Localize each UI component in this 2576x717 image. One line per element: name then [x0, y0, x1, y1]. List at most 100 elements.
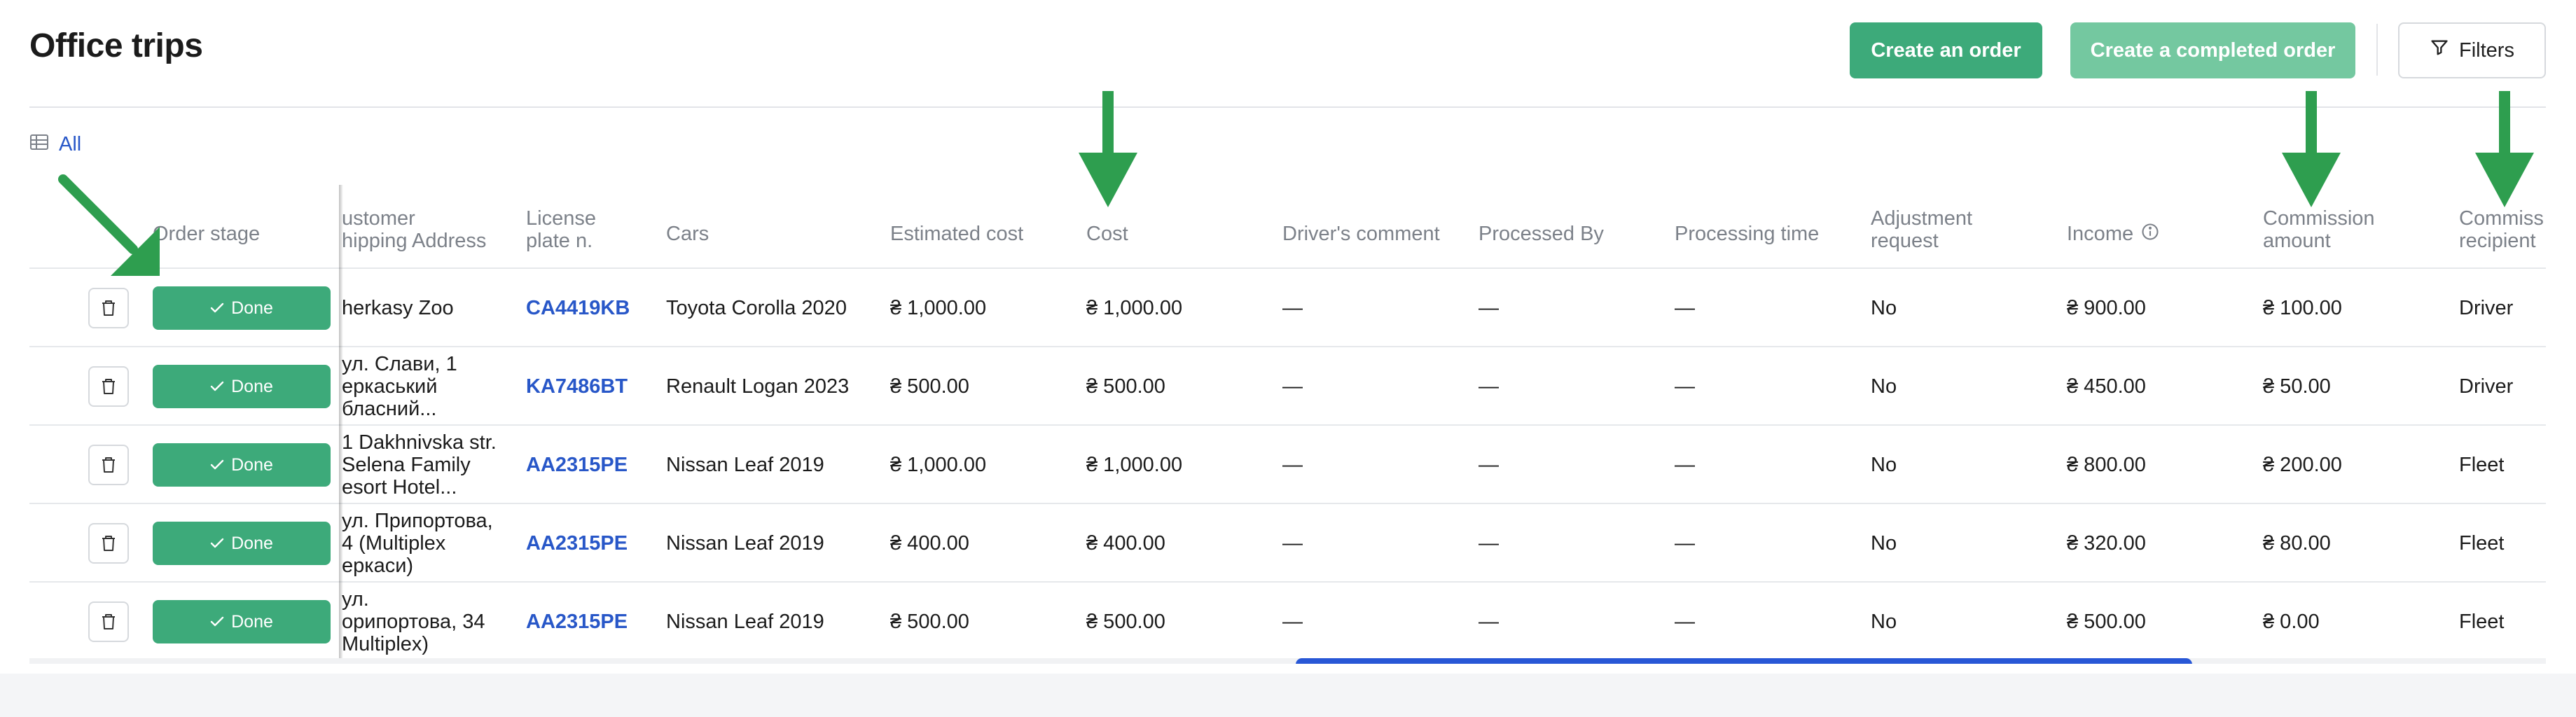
cell-address: herkasy Zoo [342, 297, 454, 319]
cell-income: ₴ 450.00 [2067, 375, 2146, 398]
col-commission-recipient: Commiss recipient [2459, 207, 2544, 252]
cell-drivers-comment: — [1282, 375, 1303, 398]
trash-icon [102, 379, 115, 394]
cell-processed-by: — [1479, 453, 1499, 476]
cell-commission-recipient: Fleet [2459, 531, 2505, 555]
cell-commission-recipient: Fleet [2459, 453, 2505, 476]
cell-drivers-comment: — [1282, 531, 1303, 555]
create-order-button[interactable]: Create an order [1850, 22, 2042, 78]
cell-commission-recipient: Driver [2459, 375, 2514, 398]
table-row[interactable]: Done ул. Слави, 1 еркаський бласний... KA7… [29, 347, 2546, 426]
annotation-arrow-cost [1079, 91, 1137, 207]
funnel-icon [2430, 38, 2449, 63]
order-stage-label: Done [231, 454, 273, 475]
cell-drivers-comment: — [1282, 610, 1303, 633]
table-row[interactable]: Done ул. орипортова, 34 Multiplex) AA2315P… [29, 583, 2546, 661]
cell-processed-by: — [1479, 375, 1499, 398]
filters-button[interactable]: Filters [2398, 22, 2546, 78]
cell-address: 1 Dakhnivska str. Selena Family esort Ho… [342, 431, 497, 499]
cell-adjustment-request: No [1871, 296, 1897, 319]
delete-row-button[interactable] [88, 366, 129, 407]
cell-car: Nissan Leaf 2019 [666, 610, 824, 633]
cell-commission-amount: ₴ 100.00 [2263, 296, 2342, 319]
trash-icon [102, 300, 115, 316]
cell-adjustment-request: No [1871, 610, 1897, 633]
table-row[interactable]: Done ул. Припортова, 4 (Multiplex еркаси)… [29, 504, 2546, 583]
order-stage-badge[interactable]: Done [153, 443, 331, 487]
cell-license-plate[interactable]: KA7486BT [526, 347, 659, 426]
toolbar-divider [2376, 24, 2378, 76]
cell-commission-amount: ₴ 200.00 [2263, 453, 2342, 476]
check-icon [210, 302, 224, 313]
annotation-arrow-commission-amount [2282, 91, 2341, 207]
cell-license-plate[interactable]: AA2315PE [526, 426, 659, 504]
cell-adjustment-request: No [1871, 375, 1897, 398]
order-stage-badge[interactable]: Done [153, 522, 331, 565]
cell-estimated-cost: ₴ 400.00 [890, 531, 969, 555]
annotation-arrow-order-stage [58, 174, 160, 276]
cell-processing-time: — [1675, 610, 1695, 633]
cell-income: ₴ 320.00 [2067, 531, 2146, 555]
trash-icon [102, 457, 115, 473]
cell-processing-time: — [1675, 375, 1695, 398]
delete-row-button[interactable] [88, 601, 129, 642]
order-stage-badge[interactable]: Done [153, 286, 331, 330]
col-drivers-comment: Driver's comment [1282, 223, 1440, 245]
delete-row-button[interactable] [88, 288, 129, 328]
cell-drivers-comment: — [1282, 296, 1303, 319]
cell-cost: ₴ 1,000.00 [1086, 453, 1183, 476]
orders-table: Order stage ustomer hipping Address Lice… [29, 185, 2546, 664]
cell-cost: ₴ 400.00 [1086, 531, 1165, 555]
info-icon[interactable] [2140, 222, 2160, 246]
delete-row-button[interactable] [88, 445, 129, 485]
filters-label: Filters [2459, 39, 2514, 62]
table-icon [29, 133, 49, 156]
check-icon [210, 381, 224, 391]
cell-cost: ₴ 1,000.00 [1086, 296, 1183, 319]
cell-car: Nissan Leaf 2019 [666, 531, 824, 555]
horizontal-scrollbar[interactable] [1296, 658, 2192, 664]
view-all-label: All [59, 133, 82, 155]
order-stage-label: Done [231, 611, 273, 632]
trash-icon [102, 536, 115, 551]
cell-processed-by: — [1479, 296, 1499, 319]
cell-license-plate[interactable]: CA4419KB [526, 269, 659, 347]
order-stage-badge[interactable]: Done [153, 365, 331, 408]
order-stage-label: Done [231, 298, 273, 318]
col-commission-amount: Commission amount [2263, 207, 2375, 252]
cell-address: ул. Припортова, 4 (Multiplex еркаси) [342, 510, 493, 577]
cell-processed-by: — [1479, 531, 1499, 555]
cell-processing-time: — [1675, 531, 1695, 555]
view-all-tab[interactable]: All [29, 133, 81, 156]
cell-income: ₴ 800.00 [2067, 453, 2146, 476]
col-cost: Cost [1086, 223, 1128, 245]
create-order-label: Create an order [1871, 39, 2021, 62]
cell-adjustment-request: No [1871, 531, 1897, 555]
cell-commission-recipient: Driver [2459, 296, 2514, 319]
cell-license-plate[interactable]: AA2315PE [526, 504, 659, 583]
table-row[interactable]: Done 1 Dakhnivska str. Selena Family esor… [29, 426, 2546, 504]
order-stage-badge[interactable]: Done [153, 600, 331, 643]
cell-car: Renault Logan 2023 [666, 375, 850, 398]
col-income: Income [2067, 211, 2160, 256]
create-completed-order-button[interactable]: Create a completed order [2070, 22, 2355, 78]
cell-estimated-cost: ₴ 500.00 [890, 375, 969, 398]
page-title: Office trips [29, 27, 203, 64]
cell-processing-time: — [1675, 296, 1695, 319]
col-processing-time: Processing time [1675, 223, 1820, 245]
cell-cost: ₴ 500.00 [1086, 375, 1165, 398]
col-customer-address: ustomer hipping Address [342, 207, 487, 252]
cell-cost: ₴ 500.00 [1086, 610, 1165, 633]
col-license-plate: License plate n. [526, 207, 596, 252]
check-icon [210, 616, 224, 627]
annotation-arrow-commission-recipient [2475, 91, 2534, 207]
col-adjustment-request: Adjustment request [1871, 207, 1973, 252]
check-icon [210, 459, 224, 470]
table-row[interactable]: Done herkasy Zoo CA4419KB Toyota Corolla 20… [29, 269, 2546, 347]
check-icon [210, 538, 224, 548]
cell-license-plate[interactable]: AA2315PE [526, 583, 659, 661]
create-completed-order-label: Create a completed order [2090, 39, 2336, 62]
cell-commission-recipient: Fleet [2459, 610, 2505, 633]
delete-row-button[interactable] [88, 523, 129, 564]
cell-processing-time: — [1675, 453, 1695, 476]
